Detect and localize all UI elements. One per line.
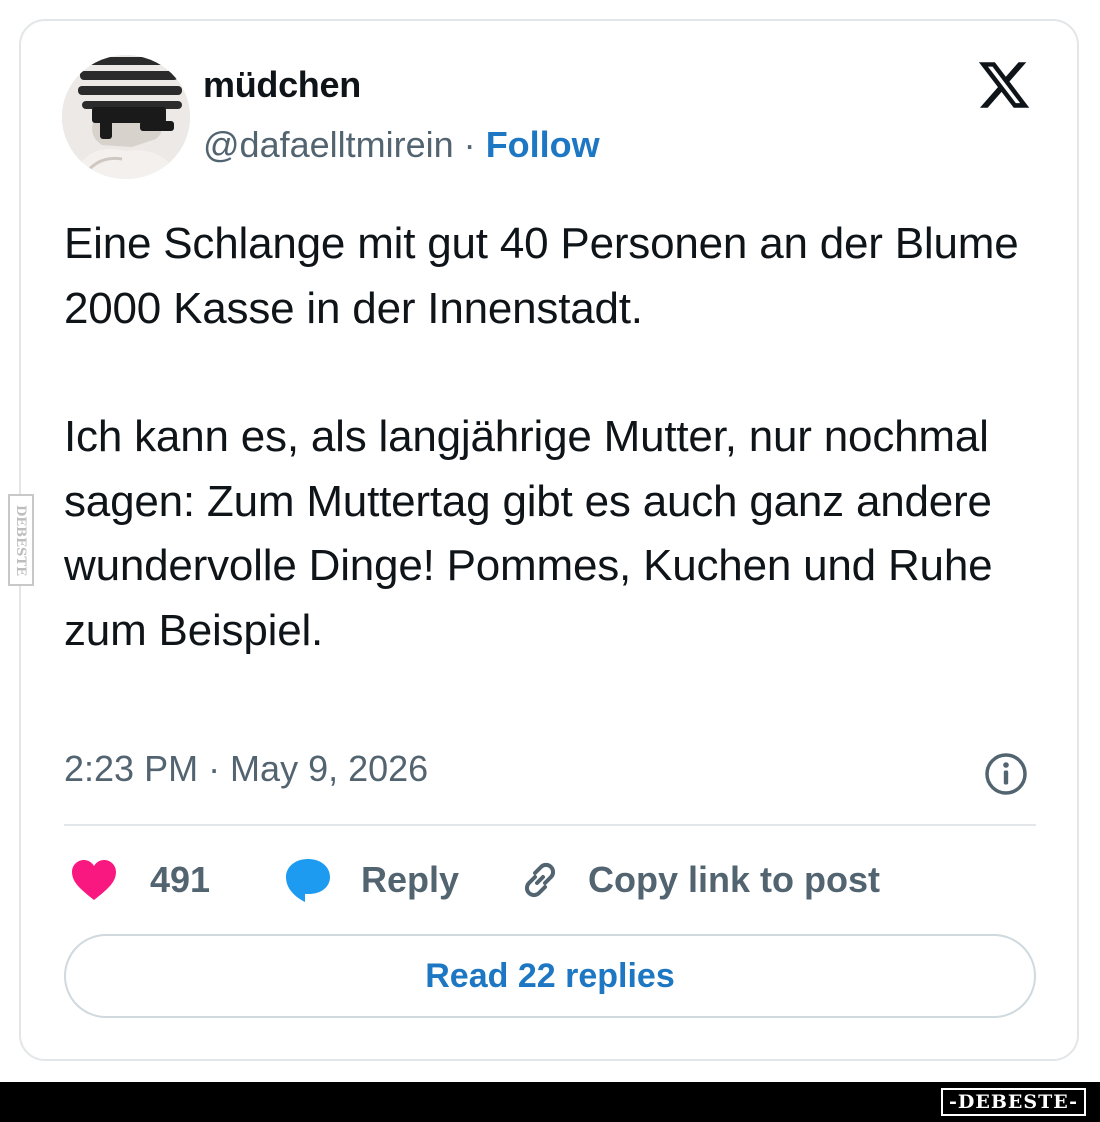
heart-icon bbox=[72, 860, 116, 900]
user-handle[interactable]: @dafaelltmirein bbox=[203, 124, 454, 165]
side-watermark: DEBESTE bbox=[8, 494, 34, 586]
handle-line: @dafaelltmirein · Follow bbox=[203, 124, 600, 166]
x-logo-icon[interactable] bbox=[975, 57, 1033, 113]
info-icon[interactable] bbox=[983, 751, 1029, 797]
avatar-image bbox=[62, 55, 190, 179]
like-button[interactable]: 491 bbox=[70, 852, 210, 908]
footer-bar: -DEBESTE- bbox=[0, 1082, 1100, 1122]
handle-separator: · bbox=[463, 124, 476, 165]
follow-button[interactable]: Follow bbox=[486, 124, 600, 165]
watermark-logo: -DEBESTE- bbox=[941, 1088, 1086, 1116]
tweet-paragraph-1: Eine Schlange mit gut 40 Personen an der… bbox=[64, 219, 1019, 333]
timestamp[interactable]: 2:23 PM · May 9, 2026 bbox=[64, 748, 428, 790]
reply-button[interactable]: Reply bbox=[283, 852, 459, 908]
tweet-text: Eine Schlange mit gut 40 Personen an der… bbox=[64, 212, 1064, 663]
side-watermark-text: DEBESTE bbox=[13, 504, 29, 576]
like-count: 491 bbox=[150, 859, 211, 900]
display-name[interactable]: müdchen bbox=[203, 64, 361, 106]
reply-bubble-icon bbox=[286, 859, 330, 902]
avatar[interactable] bbox=[62, 55, 190, 179]
copy-link-label: Copy link to post bbox=[588, 859, 880, 900]
copy-link-button[interactable]: Copy link to post bbox=[516, 852, 880, 908]
reply-label: Reply bbox=[361, 859, 460, 900]
read-replies-button[interactable]: Read 22 replies bbox=[64, 934, 1036, 1018]
divider bbox=[64, 824, 1036, 826]
link-icon bbox=[524, 862, 556, 898]
tweet-paragraph-2: Ich kann es, als langjährige Mutter, nur… bbox=[64, 412, 993, 655]
